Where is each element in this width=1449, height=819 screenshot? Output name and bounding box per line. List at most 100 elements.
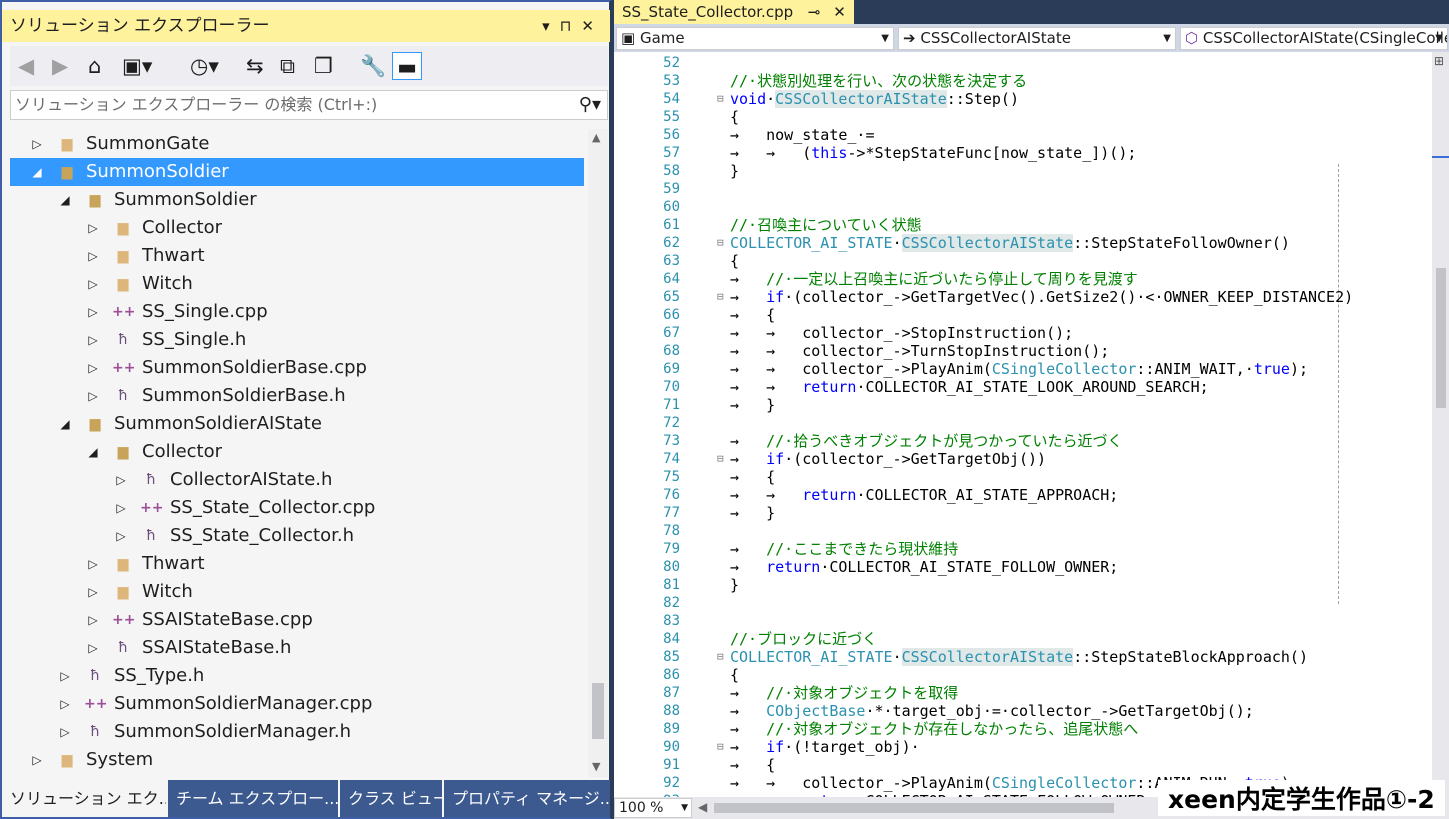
member-dropdown[interactable]: ⬡ CSSCollectorAIState(CSingleCollect ▼ — [1180, 27, 1448, 50]
tree-item[interactable]: ▷ ▆ Collector — [10, 214, 584, 242]
expand-arrow-icon[interactable]: ▷ — [86, 326, 100, 354]
expand-arrow-icon[interactable]: ▷ — [86, 550, 100, 578]
expand-arrow-icon[interactable]: ▷ — [58, 662, 72, 690]
code-line[interactable]: { — [730, 252, 739, 270]
code-line[interactable]: //·召喚主についていく状態 — [730, 216, 922, 234]
code-line[interactable]: → { — [730, 306, 775, 324]
close-icon[interactable]: ✕ — [581, 17, 604, 35]
collapse-all-icon[interactable]: ⧉ — [280, 52, 295, 80]
outline-collapse-icon[interactable]: ⊟ — [717, 234, 724, 252]
class-dropdown[interactable]: ➔ CSSCollectorAIState ▼ — [898, 27, 1176, 50]
code-line[interactable]: → → collector_->StopInstruction(); — [730, 324, 1073, 342]
code-line[interactable]: → → collector_->PlayAnim(CSingleCollecto… — [730, 360, 1308, 378]
code-line[interactable]: //·ブロックに近づく — [730, 630, 877, 648]
outline-collapse-icon[interactable]: ⊟ — [717, 648, 724, 666]
outline-collapse-icon[interactable]: ⊟ — [717, 450, 724, 468]
tree-item[interactable]: ◢ ▆ SummonSoldierAIState — [10, 410, 584, 438]
code-line[interactable]: → //·拾うべきオブジェクトが見つかっていたら近づく — [730, 432, 1122, 450]
expand-arrow-icon[interactable]: ▷ — [58, 690, 72, 718]
collapse-arrow-icon[interactable]: ◢ — [86, 438, 100, 466]
tree-item[interactable]: ▷ ▆ System — [10, 746, 584, 774]
tree-item[interactable]: ▷ ++ SS_Single.cpp — [10, 298, 584, 326]
code-line[interactable]: → → return·COLLECTOR_AI_STATE_LOOK_AROUN… — [730, 378, 1209, 396]
close-tab-icon[interactable]: ✕ — [833, 3, 846, 21]
code-line[interactable]: COLLECTOR_AI_STATE·CSSCollectorAIState::… — [730, 648, 1308, 666]
switch-views-icon[interactable]: ▣▾ — [122, 52, 152, 80]
expand-arrow-icon[interactable]: ▷ — [114, 522, 128, 550]
properties-wrench-icon[interactable]: 🔧 — [360, 52, 386, 80]
code-line[interactable]: → → (this->*StepStateFunc[now_state_])()… — [730, 144, 1136, 162]
expand-arrow-icon[interactable]: ▷ — [58, 718, 72, 746]
expand-arrow-icon[interactable]: ▷ — [86, 382, 100, 410]
window-menu-icon[interactable]: ▾ — [542, 17, 560, 35]
outline-collapse-icon[interactable]: ⊟ — [717, 90, 724, 108]
tab-property-manager[interactable]: プロパティ マネージ... — [444, 780, 610, 817]
expand-arrow-icon[interactable]: ▷ — [114, 466, 128, 494]
code-line[interactable]: → → collector_->TurnStopInstruction(); — [730, 342, 1109, 360]
scroll-left-icon[interactable]: ◀ — [698, 800, 707, 814]
tab-team-explorer[interactable]: チーム エクスプロー... — [168, 780, 338, 817]
code-line[interactable]: } — [730, 576, 739, 594]
expand-arrow-icon[interactable]: ▷ — [86, 242, 100, 270]
editor-scrollbar-thumb[interactable] — [1436, 268, 1446, 408]
search-icon[interactable]: ⚲▾ — [579, 91, 601, 119]
tree-item[interactable]: ▷ ħ SSAIStateBase.h — [10, 634, 584, 662]
tree-item[interactable]: ▷ ħ CollectorAIState.h — [10, 466, 584, 494]
document-tab[interactable]: SS_State_Collector.cpp ⊸ ✕ — [614, 0, 854, 24]
expand-arrow-icon[interactable]: ▷ — [86, 634, 100, 662]
tab-solution-explorer[interactable]: ソリューション エク... — [2, 780, 166, 817]
code-line[interactable]: → now_state_·= — [730, 126, 875, 144]
tree-item[interactable]: ▷ ++ SS_State_Collector.cpp — [10, 494, 584, 522]
code-line[interactable]: → if·(collector_->GetTargetVec().GetSize… — [730, 288, 1353, 306]
outline-collapse-icon[interactable]: ⊟ — [717, 288, 724, 306]
code-line[interactable]: → return·COLLECTOR_AI_STATE_FOLLOW_OWNER… — [730, 558, 1118, 576]
code-line[interactable]: → //·対象オブジェクトを取得 — [730, 684, 958, 702]
code-line[interactable]: → → return·COLLECTOR_AI_STATE_APPROACH; — [730, 486, 1118, 504]
tree-item[interactable]: ◢ ▆ SummonSoldier — [10, 186, 584, 214]
scroll-up-icon[interactable]: ▲ — [592, 131, 600, 144]
tree-item[interactable]: ▷ ++ SummonSoldierManager.cpp — [10, 690, 584, 718]
tree-item[interactable]: ▷ ▆ Witch — [10, 270, 584, 298]
code-line[interactable]: → } — [730, 504, 775, 522]
solution-explorer-search-input[interactable]: ソリューション エクスプローラー の検索 (Ctrl+:) ⚲▾ — [10, 90, 608, 120]
code-line[interactable]: → if·(collector_->GetTargetObj()) — [730, 450, 1046, 468]
sync-with-document-icon[interactable]: ⇆ — [246, 52, 264, 80]
tree-item[interactable]: ▷ ħ SS_State_Collector.h — [10, 522, 584, 550]
expand-arrow-icon[interactable]: ▷ — [114, 494, 128, 522]
expand-arrow-icon[interactable]: ▷ — [86, 578, 100, 606]
tab-class-view[interactable]: クラス ビュー — [340, 780, 442, 817]
collapse-arrow-icon[interactable]: ◢ — [30, 158, 44, 186]
tree-item[interactable]: ◢ ▆ Collector — [10, 438, 584, 466]
tree-item[interactable]: ▷ ħ SS_Type.h — [10, 662, 584, 690]
tree-item[interactable]: ▷ ħ SummonSoldierBase.h — [10, 382, 584, 410]
project-dropdown[interactable]: ▣ Game ▼ — [616, 27, 894, 50]
tree-item[interactable]: ◢ ▆ SummonSoldier — [10, 158, 584, 186]
tree-item[interactable]: ▷ ▆ SummonGate — [10, 130, 584, 158]
tree-item[interactable]: ▷ ħ SummonSoldierManager.h — [10, 718, 584, 746]
split-window-icon[interactable]: ⊞ — [1434, 54, 1444, 68]
expand-arrow-icon[interactable]: ▷ — [30, 746, 44, 774]
forward-icon[interactable]: ▶ — [52, 52, 68, 80]
scroll-down-icon[interactable]: ▼ — [592, 760, 600, 773]
tree-item[interactable]: ▷ ħ SS_Single.h — [10, 326, 584, 354]
pin-tab-icon[interactable]: ⊸ — [808, 3, 821, 21]
code-line[interactable]: { — [730, 108, 739, 126]
code-text-area[interactable]: 52 53//·状態別処理を行い、次の状態を決定する 54 ⊟ void·CSSColl… — [614, 52, 1432, 797]
code-line[interactable]: → //·一定以上召喚主に近づいたら停止して周りを見渡す — [730, 270, 1138, 288]
pin-icon[interactable]: ⊓ — [560, 17, 582, 35]
tree-item[interactable]: ▷ ▆ Thwart — [10, 550, 584, 578]
tree-item[interactable]: ▷ ▆ Thwart — [10, 242, 584, 270]
preview-selected-items-icon[interactable]: ▬ — [392, 52, 422, 80]
code-line[interactable]: → if·(!target_obj)· — [730, 738, 920, 756]
zoom-dropdown[interactable]: 100 % ▼ — [614, 798, 692, 818]
code-line[interactable]: → //·対象オブジェクトが存在しなかったら、追尾状態へ — [730, 720, 1138, 738]
tree-item[interactable]: ▷ ++ SummonSoldierBase.cpp — [10, 354, 584, 382]
show-all-files-icon[interactable]: ❐ — [314, 52, 333, 80]
solution-explorer-scrollbar[interactable]: ▲ ▼ — [588, 129, 608, 777]
code-line[interactable]: COLLECTOR_AI_STATE·CSSCollectorAIState::… — [730, 234, 1290, 252]
expand-arrow-icon[interactable]: ▷ — [86, 298, 100, 326]
editor-vertical-scrollbar[interactable]: ⊞ — [1432, 52, 1449, 797]
code-line[interactable]: → } — [730, 396, 775, 414]
pending-changes-filter-icon[interactable]: ◷▾ — [190, 52, 219, 80]
home-icon[interactable]: ⌂ — [88, 52, 101, 80]
